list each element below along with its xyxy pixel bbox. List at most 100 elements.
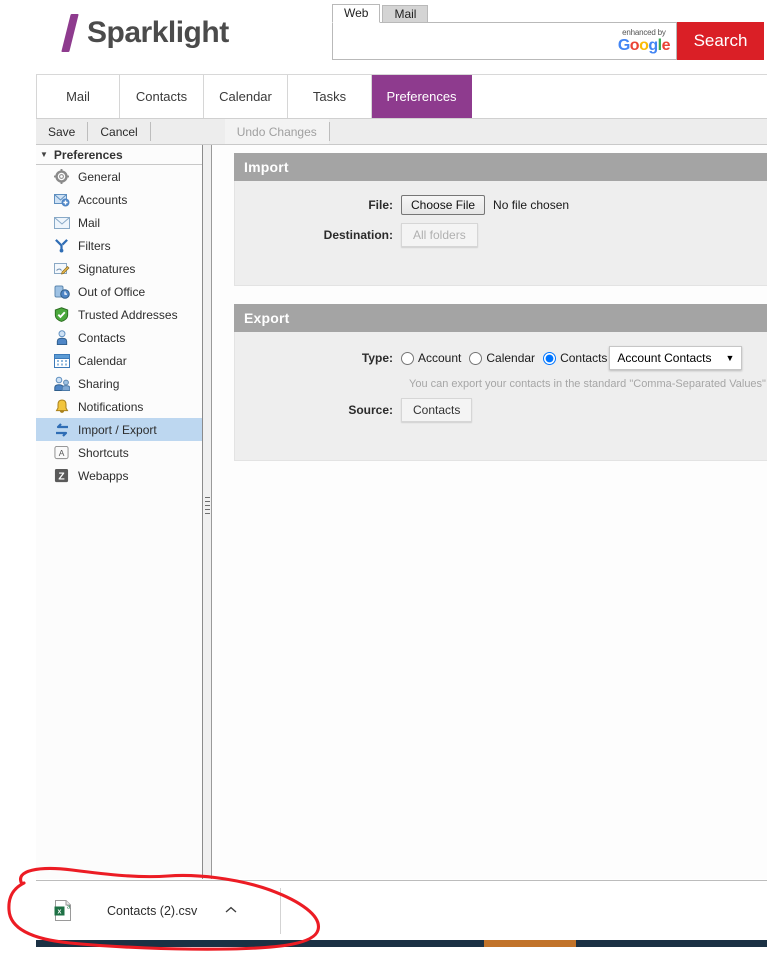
destination-label: Destination: — [323, 228, 393, 242]
zimbra-z-icon: Z — [53, 468, 70, 484]
signature-pen-icon — [53, 261, 70, 277]
search-button[interactable]: Search — [677, 22, 764, 60]
radio-label-calendar: Calendar — [486, 351, 536, 365]
sidebar-tree-header-label: Preferences — [53, 147, 123, 162]
cancel-button[interactable]: Cancel — [88, 119, 149, 144]
preferences-sidebar: ▼ Preferences General Accounts Mail Filt… — [36, 145, 203, 879]
import-destination-row: Destination: All folders — [235, 223, 767, 247]
svg-text:x: x — [58, 909, 62, 916]
search-box: Web Mail enhanced by Google Search — [332, 4, 764, 60]
shield-check-icon — [53, 307, 70, 323]
export-hint-text: You can export your contacts in the stan… — [409, 378, 767, 390]
destination-folder-button[interactable]: All folders — [401, 223, 478, 247]
sidebar-item-label: Import / Export — [78, 422, 157, 437]
export-panel: Export Type: Account Calendar Contacts A… — [234, 304, 767, 461]
save-button[interactable]: Save — [36, 119, 87, 144]
splitter-grip-handle[interactable] — [205, 497, 210, 521]
type-label: Type: — [361, 351, 393, 365]
export-format-select[interactable]: Account Contacts ▼ — [609, 346, 743, 370]
export-source-row: Source: Contacts — [235, 398, 767, 422]
sidebar-item-label: Mail — [78, 215, 101, 230]
sharing-people-icon — [53, 376, 70, 392]
tab-contacts[interactable]: Contacts — [120, 75, 204, 118]
preferences-toolbar: Save Cancel Undo Changes — [36, 119, 767, 145]
export-type-radio-group: Account Calendar Contacts — [401, 351, 615, 365]
gear-icon — [53, 169, 70, 185]
source-folder-button[interactable]: Contacts — [401, 398, 473, 422]
sidebar-item-mail[interactable]: Mail — [36, 211, 202, 234]
sidebar-item-label: Notifications — [78, 399, 144, 414]
choose-file-button[interactable]: Choose File — [401, 195, 486, 215]
svg-text:Z: Z — [58, 471, 64, 482]
sidebar-item-shortcuts[interactable]: A Shortcuts — [36, 441, 202, 464]
sidebar-item-label: Sharing — [78, 376, 120, 391]
download-item[interactable]: x a Contacts (2).csv — [36, 887, 281, 934]
sidebar-item-label: Out of Office — [78, 284, 146, 299]
sidebar-item-accounts[interactable]: Accounts — [36, 188, 202, 211]
svg-text:A: A — [59, 448, 65, 458]
no-file-chosen-text: No file chosen — [493, 198, 570, 212]
search-input[interactable] — [333, 23, 676, 59]
download-bar: x a Contacts (2).csv — [36, 880, 767, 940]
radio-input-account[interactable] — [401, 351, 414, 365]
preferences-body: ▼ Preferences General Accounts Mail Filt… — [36, 145, 767, 879]
export-type-row: Type: Account Calendar Contacts Account … — [235, 346, 767, 370]
import-panel: Import File: Choose File No file chosen … — [234, 153, 767, 286]
sidebar-tree-header[interactable]: ▼ Preferences — [36, 145, 202, 165]
radio-export-contacts[interactable]: Contacts — [543, 351, 607, 365]
sidebar-item-import-export[interactable]: Import / Export — [36, 418, 202, 441]
sidebar-item-webapps[interactable]: Z Webapps — [36, 464, 202, 487]
preferences-content: Import File: Choose File No file chosen … — [212, 145, 767, 879]
sidebar-splitter[interactable] — [203, 145, 212, 879]
browser-page-viewport: Sparklight Web Mail enhanced by Google S… — [36, 0, 767, 880]
tab-tasks[interactable]: Tasks — [288, 75, 372, 118]
sidebar-item-label: Contacts — [78, 330, 126, 345]
sidebar-item-signatures[interactable]: Signatures — [36, 257, 202, 280]
app-tab-bar: Mail Contacts Calendar Tasks Preferences — [36, 75, 767, 119]
accounts-icon — [53, 192, 70, 208]
taskbar-accent-segment — [484, 940, 576, 947]
chevron-up-icon[interactable] — [225, 905, 237, 917]
sidebar-item-notifications[interactable]: Notifications — [36, 395, 202, 418]
radio-input-contacts[interactable] — [543, 351, 557, 365]
os-taskbar-strip — [36, 940, 767, 947]
sidebar-item-trusted-addresses[interactable]: Trusted Addresses — [36, 303, 202, 326]
left-gutter — [0, 0, 36, 954]
calendar-icon — [53, 353, 70, 369]
source-label: Source: — [348, 403, 393, 417]
bottom-fill — [0, 947, 767, 954]
sidebar-item-calendar[interactable]: Calendar — [36, 349, 202, 372]
tab-mail[interactable]: Mail — [36, 75, 120, 118]
csv-excel-file-icon: x a — [54, 900, 72, 921]
sparklight-logo[interactable]: Sparklight — [61, 14, 229, 52]
radio-export-calendar[interactable]: Calendar — [469, 351, 535, 365]
sidebar-item-label: Calendar — [78, 353, 127, 368]
search-scope-tabs: Web Mail — [332, 4, 764, 23]
sidebar-item-label: Shortcuts — [78, 445, 129, 460]
tab-calendar[interactable]: Calendar — [204, 75, 288, 118]
search-tab-mail[interactable]: Mail — [382, 5, 429, 23]
bell-icon — [53, 399, 70, 415]
radio-export-account[interactable]: Account — [401, 351, 461, 365]
sidebar-item-label: Webapps — [78, 468, 129, 483]
sidebar-item-contacts[interactable]: Contacts — [36, 326, 202, 349]
export-format-value: Account Contacts — [617, 351, 712, 365]
sidebar-item-out-of-office[interactable]: Out of Office — [36, 280, 202, 303]
undo-changes-button[interactable]: Undo Changes — [224, 119, 329, 144]
sidebar-item-label: Accounts — [78, 192, 128, 207]
tab-preferences[interactable]: Preferences — [372, 75, 472, 118]
out-of-office-clock-icon — [53, 284, 70, 300]
sidebar-item-general[interactable]: General — [36, 165, 202, 188]
contact-person-icon — [53, 330, 70, 346]
sidebar-item-label: Trusted Addresses — [78, 307, 178, 322]
search-field-wrapper: enhanced by Google — [332, 22, 677, 60]
filter-fork-icon — [53, 238, 70, 254]
sidebar-item-sharing[interactable]: Sharing — [36, 372, 202, 395]
radio-input-calendar[interactable] — [469, 351, 483, 365]
import-panel-body: File: Choose File No file chosen Destina… — [234, 181, 767, 286]
search-tab-web[interactable]: Web — [332, 4, 381, 23]
download-file-name: Contacts (2).csv — [107, 903, 198, 918]
keyboard-key-icon: A — [53, 445, 70, 461]
sidebar-item-filters[interactable]: Filters — [36, 234, 202, 257]
toolbar-separator — [328, 122, 330, 141]
